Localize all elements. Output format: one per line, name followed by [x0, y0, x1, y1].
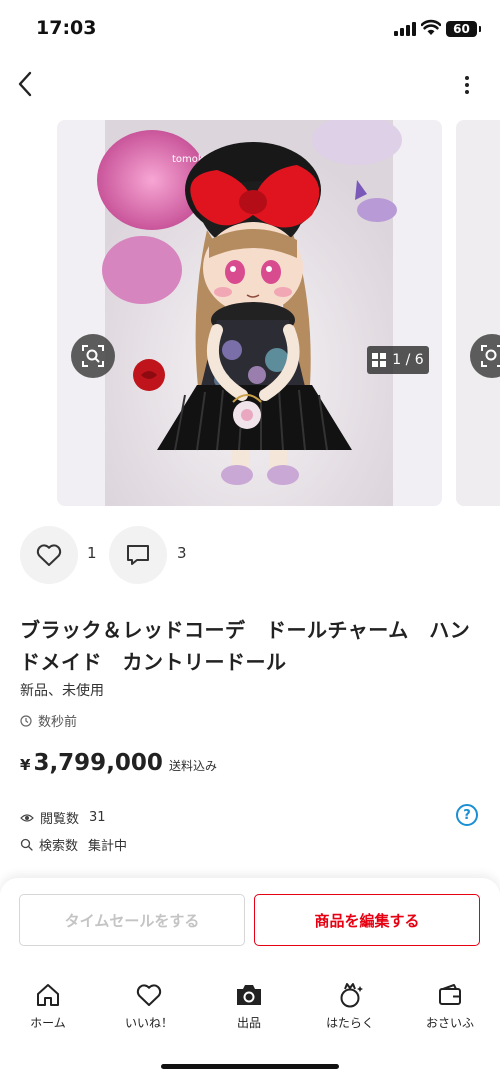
- camera-icon: [237, 985, 261, 1005]
- edit-item-button[interactable]: 商品を編集する: [254, 894, 480, 946]
- doll-photo-image: tomokichi: [57, 120, 442, 506]
- eye-icon: [20, 813, 34, 822]
- help-icon[interactable]: ?: [456, 804, 478, 826]
- like-button[interactable]: [20, 526, 78, 584]
- search-stat: 検索数 集計中: [20, 835, 127, 854]
- grid-icon: [372, 353, 387, 367]
- tab-sell[interactable]: 出品: [209, 982, 289, 1031]
- tab-likes[interactable]: いいね！: [109, 982, 189, 1031]
- wifi-icon: [421, 19, 441, 35]
- more-options-button[interactable]: [454, 70, 480, 100]
- wallet-icon: [439, 984, 461, 1005]
- status-bar: 17:03 60: [0, 0, 500, 56]
- tab-sell-label: 出品: [236, 1016, 261, 1030]
- shipping-label: 送料込み: [168, 759, 217, 773]
- tab-wallet[interactable]: おさいふ: [410, 982, 490, 1031]
- views-stat: 閲覧数 31: [20, 808, 106, 827]
- clock-icon: [20, 714, 32, 727]
- next-photo-preview[interactable]: [456, 120, 500, 506]
- price-value: 3,799,000: [33, 750, 163, 776]
- comment-count: 3: [177, 544, 187, 562]
- zoom-scan-icon: [481, 345, 500, 367]
- chevron-left-icon: [18, 71, 32, 97]
- status-time: 17:03: [36, 17, 97, 39]
- tab-likes-label: いいね！: [124, 1016, 173, 1030]
- photo-gallery[interactable]: tomokichi: [0, 120, 500, 506]
- views-value: 31: [89, 810, 106, 825]
- heart-icon: [36, 544, 62, 566]
- item-condition: 新品、未使用: [20, 683, 104, 699]
- tab-work[interactable]: はたらく: [310, 982, 390, 1031]
- price-currency: ¥: [20, 756, 31, 774]
- tab-bar: ホーム いいね！ 出品 はたらく おさいふ: [0, 982, 500, 1042]
- zoom-scan-icon: [82, 345, 104, 367]
- heart-icon: [136, 984, 162, 1006]
- home-icon: [37, 984, 59, 1006]
- item-title: ブラック＆レッドコーデ ドールチャーム ハンドメイド カントリードール: [20, 618, 471, 674]
- posted-time-text: 数秒前: [38, 715, 78, 730]
- search-value: 集計中: [88, 839, 128, 854]
- tab-work-label: はたらく: [326, 1016, 374, 1030]
- cellular-signal-icon: [394, 22, 416, 36]
- home-indicator: [161, 1064, 339, 1069]
- search-label: 検索数: [39, 839, 79, 854]
- comment-icon: [127, 545, 149, 565]
- search-icon: [20, 838, 33, 851]
- posted-time: 数秒前: [20, 711, 77, 730]
- tab-home[interactable]: ホーム: [8, 982, 88, 1031]
- back-button[interactable]: [10, 66, 40, 102]
- tab-home-label: ホーム: [30, 1016, 66, 1030]
- product-photo[interactable]: tomokichi: [57, 120, 442, 506]
- zoom-button[interactable]: [71, 334, 115, 378]
- like-count: 1: [87, 544, 97, 562]
- views-label: 閲覧数: [40, 812, 80, 827]
- photo-counter-text: 1 / 6: [392, 352, 424, 368]
- photo-counter: 1 / 6: [367, 346, 429, 374]
- comment-button[interactable]: [109, 526, 167, 584]
- price: ¥ 3,799,000 送料込み: [20, 750, 217, 776]
- work-icon: [340, 983, 363, 1008]
- battery-icon: 60: [446, 21, 481, 37]
- tab-wallet-label: おさいふ: [425, 1016, 474, 1030]
- time-sale-button[interactable]: タイムセールをする: [19, 894, 245, 946]
